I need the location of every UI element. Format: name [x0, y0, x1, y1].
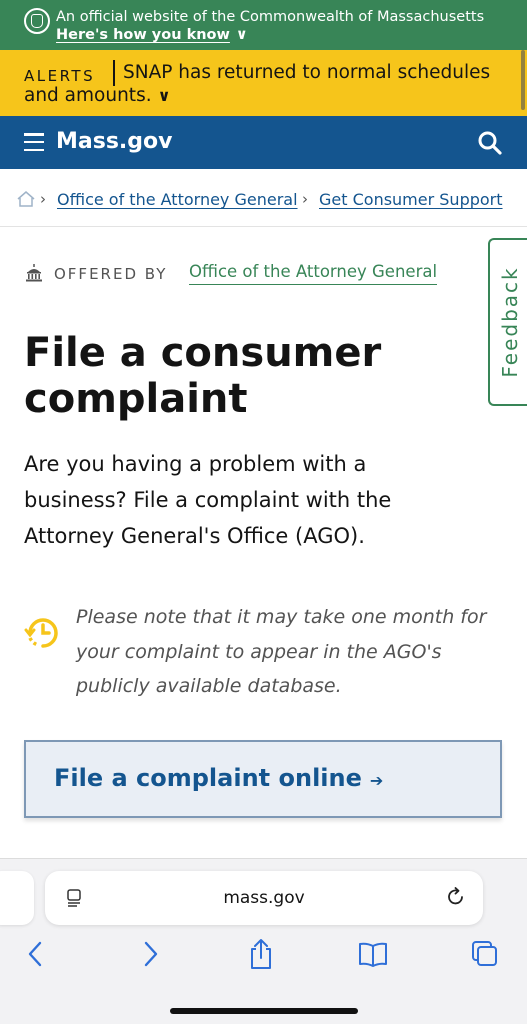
chevron-down-icon: ∨ — [235, 27, 248, 43]
building-icon — [26, 264, 42, 282]
search-icon[interactable] — [477, 130, 503, 156]
hamburger-icon[interactable] — [24, 133, 44, 151]
scrollbar[interactable] — [521, 50, 525, 110]
official-banner: An official website of the Commonwealth … — [0, 0, 527, 50]
processing-note: Please note that it may take one month f… — [76, 606, 487, 697]
reload-icon[interactable] — [445, 886, 467, 908]
alert-message-text: SNAP has returned to normal schedules an… — [24, 62, 491, 106]
address-bar[interactable]: mass.gov — [45, 871, 483, 925]
home-icon[interactable] — [16, 190, 36, 208]
feedback-label: Feedback — [498, 266, 522, 378]
share-icon[interactable] — [245, 937, 277, 971]
state-seal-icon — [24, 8, 50, 34]
chevron-right-icon[interactable] — [134, 937, 166, 971]
site-logo[interactable]: Mass.gov — [56, 129, 173, 154]
breadcrumb-link-consumer-support[interactable]: Get Consumer Support — [319, 190, 503, 209]
chevron-left-icon[interactable] — [20, 937, 52, 971]
page-title: File a consumer complaint — [24, 330, 382, 422]
how-you-know-label: Here's how you know — [56, 27, 230, 43]
browser-chrome: mass.gov — [0, 858, 527, 1024]
chevron-right-icon: › — [302, 190, 308, 208]
offered-by: OFFERED BY Office of the Attorney Genera… — [24, 262, 494, 288]
offered-by-label: OFFERED BY — [54, 265, 168, 283]
url-text: mass.gov — [223, 888, 305, 908]
arrow-right-icon: ➔ — [369, 771, 384, 790]
site-header: Mass.gov — [0, 116, 527, 169]
official-text: An official website of the Commonwealth … — [56, 9, 485, 25]
browser-toolbar — [0, 937, 527, 981]
chevron-down-icon: ∨ — [157, 86, 171, 105]
alerts-bar[interactable]: ALERTS SNAP has returned to normal sched… — [0, 50, 527, 116]
home-indicator[interactable] — [170, 1008, 358, 1014]
book-icon[interactable] — [357, 937, 389, 971]
clock-icon — [24, 618, 58, 648]
previous-tab[interactable] — [0, 871, 34, 925]
chevron-right-icon: › — [40, 190, 46, 208]
breadcrumb: › Office of the Attorney General › Get C… — [0, 169, 527, 227]
file-complaint-online-button[interactable]: File a complaint online ➔ — [24, 740, 502, 818]
breadcrumb-link-ago[interactable]: Office of the Attorney General — [57, 190, 298, 209]
tabs-icon[interactable] — [469, 937, 501, 971]
alert-message[interactable]: SNAP has returned to normal schedules an… — [24, 61, 504, 107]
how-you-know-link[interactable]: Here's how you know ∨ — [56, 27, 248, 43]
feedback-tab[interactable]: Feedback — [488, 238, 527, 406]
cta-label: File a complaint online — [54, 764, 362, 792]
page-lede: Are you having a problem with a business… — [24, 452, 392, 548]
offered-by-org-link[interactable]: Office of the Attorney General — [189, 262, 438, 285]
